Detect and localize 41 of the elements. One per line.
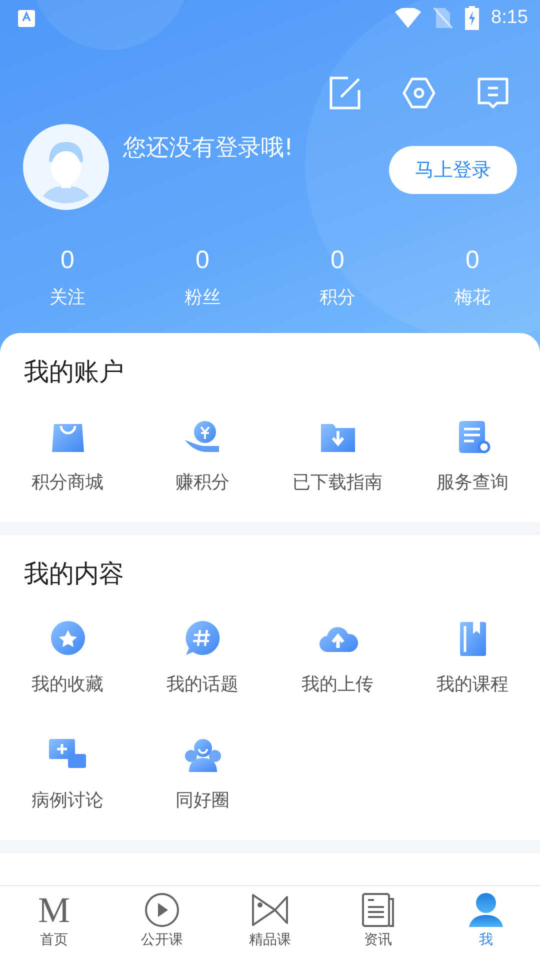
- no-sim-icon: [433, 7, 454, 29]
- menu-item[interactable]: 我的上传: [270, 618, 405, 696]
- menu-item[interactable]: 已下载指南: [270, 416, 405, 494]
- battery-charging-icon: [465, 6, 480, 30]
- section-title: 我的内容: [24, 558, 125, 590]
- keyboard-indicator-icon: [18, 10, 35, 26]
- status-time: 8:15: [491, 7, 528, 29]
- play-circle-icon: [144, 892, 180, 928]
- menu-item[interactable]: 同好圈: [135, 734, 270, 812]
- stat-label: 积分: [320, 286, 356, 309]
- edit-icon[interactable]: [328, 76, 362, 110]
- nav-tab[interactable]: 精品课: [216, 886, 324, 960]
- stat-label: 梅花: [454, 286, 490, 309]
- message-icon[interactable]: [476, 76, 510, 110]
- stat-label: 关注: [50, 286, 86, 309]
- stat-value: 0: [330, 246, 344, 275]
- menu-item[interactable]: 我的收藏: [0, 618, 135, 696]
- menu-item[interactable]: 积分商城: [0, 416, 135, 494]
- stat-label: 粉丝: [184, 286, 220, 309]
- stat-value: 0: [196, 246, 210, 275]
- menu-item[interactable]: 服务查询: [405, 416, 540, 494]
- nav-tab[interactable]: 我: [432, 886, 540, 960]
- nav-tab[interactable]: M 首页: [0, 886, 108, 960]
- nav-tab[interactable]: 公开课: [108, 886, 216, 960]
- avatar[interactable]: [23, 124, 109, 210]
- nav-tab[interactable]: 资讯: [324, 886, 432, 960]
- stat-value: 0: [466, 246, 480, 275]
- login-prompt: 您还没有登录哦!: [123, 134, 294, 163]
- logo-letter: M: [38, 892, 70, 928]
- settings-icon[interactable]: [402, 76, 436, 110]
- person-icon: [468, 892, 504, 928]
- menu-item[interactable]: 我的课程: [405, 618, 540, 696]
- menu-item[interactable]: 赚积分: [135, 416, 270, 494]
- wifi-icon: [395, 8, 422, 28]
- login-button[interactable]: 马上登录: [389, 146, 517, 194]
- stat-value: 0: [60, 246, 74, 275]
- newspaper-icon: [360, 892, 396, 928]
- menu-item[interactable]: 我的话题: [135, 618, 270, 696]
- bow-shape-icon: [250, 892, 290, 928]
- menu-item[interactable]: 病例讨论: [0, 734, 135, 812]
- section-title: 我的账户: [24, 356, 125, 388]
